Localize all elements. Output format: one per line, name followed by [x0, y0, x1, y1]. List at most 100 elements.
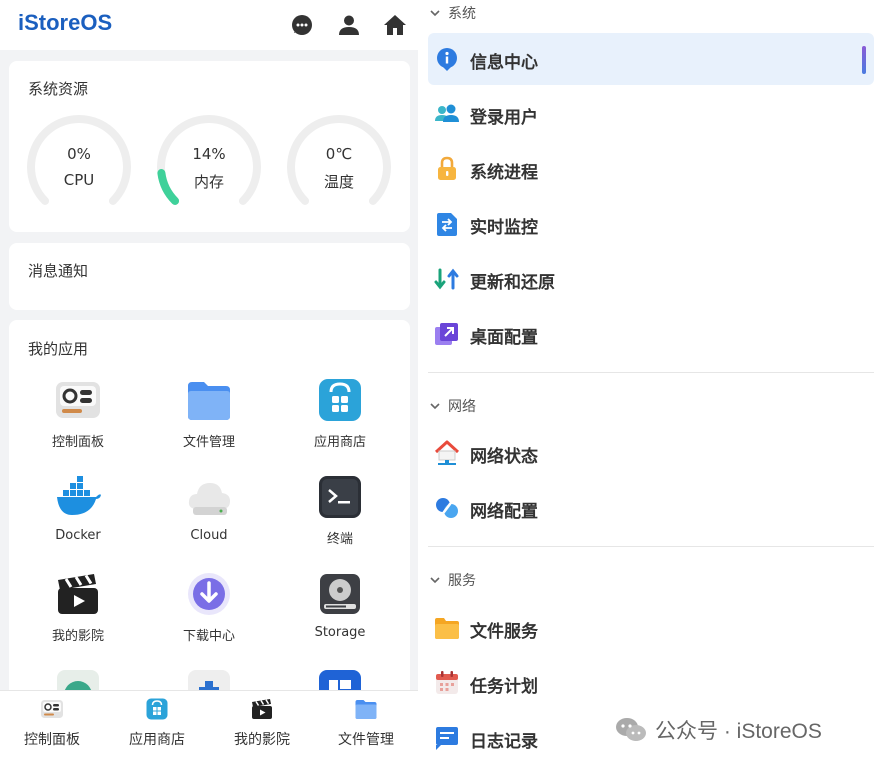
menu-item-label: 网络状态 — [470, 447, 538, 467]
menu-item-realtime-monitor[interactable]: 实时监控 — [428, 198, 874, 250]
app-store-icon — [319, 379, 361, 421]
menu-item-label: 任务计划 — [470, 677, 538, 697]
folder-icon — [188, 382, 230, 420]
memory-gauge: 14% 内存 — [155, 113, 263, 221]
menu-item-label: 桌面配置 — [470, 328, 538, 348]
chevron-down-icon — [430, 10, 440, 17]
users-icon — [435, 104, 459, 122]
gauge-value: 0℃ — [325, 145, 353, 163]
home-icon[interactable] — [383, 13, 407, 37]
gauge-value: 0% — [67, 145, 91, 163]
section-divider — [428, 372, 874, 373]
section-divider — [428, 546, 874, 547]
wechat-icon — [616, 718, 646, 741]
brand-logo-text[interactable]: iStoreOS — [18, 10, 112, 36]
active-indicator — [862, 46, 866, 74]
app-label: 控制面板 — [51, 435, 104, 450]
bottom-nav-file-manager[interactable]: 文件管理 — [314, 691, 418, 763]
menu-item-label: 日志记录 — [470, 732, 538, 752]
menu-item-task-schedule[interactable]: 任务计划 — [428, 657, 874, 709]
bottom-nav: 控制面板 应用商店 我的影院 文件管理 — [0, 690, 418, 763]
download-icon — [188, 573, 230, 615]
menu-item-update-restore[interactable]: 更新和还原 — [428, 253, 874, 305]
menu-item-network-config[interactable]: 网络配置 — [428, 482, 874, 534]
card-title: 系统资源 — [28, 80, 89, 98]
gauge-ring — [157, 115, 261, 205]
cpu-gauge: 0% CPU — [25, 113, 133, 221]
gauge-label: 温度 — [323, 173, 354, 191]
bottom-nav-label: 应用商店 — [129, 732, 185, 748]
chat-icon[interactable] — [290, 13, 314, 37]
file-service-icon — [435, 618, 459, 639]
bottom-nav-label: 我的影院 — [234, 732, 290, 748]
app-store-icon — [146, 698, 168, 720]
menu-item-label: 系统进程 — [470, 163, 538, 183]
system-resources-card: 系统资源 0% CPU 14% 内存 0℃ 温度 — [9, 61, 410, 232]
menu-item-network-status[interactable]: 网络状态 — [428, 427, 874, 479]
log-icon — [436, 727, 458, 750]
bottom-nav-my-cinema[interactable]: 我的影院 — [210, 691, 314, 763]
my-apps-card: 我的应用 控制面板 文件管理 应用商店 Docker Cloud 终端 我的影院… — [9, 320, 410, 720]
lock-icon — [438, 156, 456, 180]
gauge-value: 14% — [192, 145, 226, 163]
chevron-down-icon — [430, 403, 440, 410]
storage-icon — [320, 574, 360, 614]
menu-item-file-service[interactable]: 文件服务 — [428, 602, 874, 654]
card-title: 我的应用 — [28, 340, 89, 358]
menu-item-label: 登录用户 — [470, 108, 538, 128]
menu-item-label: 信息中心 — [470, 53, 538, 73]
app-label: 文件管理 — [182, 435, 235, 450]
settings-menu-panel: 系统 信息中心 登录用户 系统进程 实时监控 更新和还原 桌面配置 网络 网络状… — [418, 0, 885, 763]
bottom-nav-app-store[interactable]: 应用商店 — [105, 691, 209, 763]
monitor-icon — [437, 213, 457, 236]
clapperboard-icon — [58, 574, 98, 614]
menu-item-label: 文件服务 — [470, 622, 538, 642]
app-label: Docker — [55, 528, 101, 543]
menu-item-system-process[interactable]: 系统进程 — [428, 143, 874, 195]
top-bar: iStoreOS — [0, 0, 418, 50]
app-label: 下载中心 — [182, 629, 235, 644]
info-icon — [437, 48, 457, 71]
menu-item-label: 网络配置 — [470, 502, 538, 522]
gauge-ring — [27, 115, 131, 205]
calendar-icon — [436, 671, 458, 694]
control-panel-icon — [41, 700, 63, 718]
section-title: 服务 — [448, 573, 476, 589]
network-config-icon — [436, 498, 458, 518]
section-header-system[interactable]: 系统 — [428, 3, 476, 27]
menu-item-desktop-config[interactable]: 桌面配置 — [428, 308, 874, 360]
mobile-dashboard-panel: iStoreOS 系统资源 0% CPU 14% 内存 0℃ 温度 消息通知 我… — [0, 0, 418, 763]
temperature-gauge: 0℃ 温度 — [285, 113, 393, 221]
folder-icon — [355, 700, 377, 719]
app-label: 我的影院 — [51, 629, 104, 644]
section-header-services[interactable]: 服务 — [428, 570, 476, 594]
terminal-icon — [319, 476, 361, 518]
app-label: 终端 — [326, 532, 353, 547]
watermark-text: 公众号 · iStoreOS — [655, 720, 822, 743]
cloud-icon — [188, 483, 230, 515]
user-icon[interactable] — [337, 13, 361, 37]
gauge-label: 内存 — [193, 173, 224, 191]
section-header-network[interactable]: 网络 — [428, 396, 476, 420]
network-house-icon — [434, 440, 460, 465]
gauge-label: CPU — [63, 171, 95, 189]
bottom-nav-control-panel[interactable]: 控制面板 — [0, 691, 104, 763]
menu-item-info-center[interactable]: 信息中心 — [428, 33, 874, 85]
docker-icon — [57, 476, 101, 515]
chevron-down-icon — [430, 577, 440, 584]
bottom-nav-label: 文件管理 — [338, 732, 394, 748]
clapperboard-icon — [252, 699, 272, 719]
notifications-card[interactable]: 消息通知 — [9, 243, 410, 310]
app-label: Storage — [314, 625, 366, 640]
bottom-nav-label: 控制面板 — [24, 732, 80, 748]
control-panel-icon — [56, 382, 100, 418]
app-label: 应用商店 — [313, 435, 366, 450]
refresh-icon — [434, 268, 459, 290]
menu-item-logged-users[interactable]: 登录用户 — [428, 88, 874, 140]
section-title: 网络 — [448, 399, 476, 415]
gauge-ring — [287, 115, 391, 205]
app-label: Cloud — [190, 528, 228, 543]
menu-item-label: 更新和还原 — [470, 273, 555, 293]
section-title: 系统 — [448, 6, 476, 22]
card-title: 消息通知 — [28, 262, 89, 280]
